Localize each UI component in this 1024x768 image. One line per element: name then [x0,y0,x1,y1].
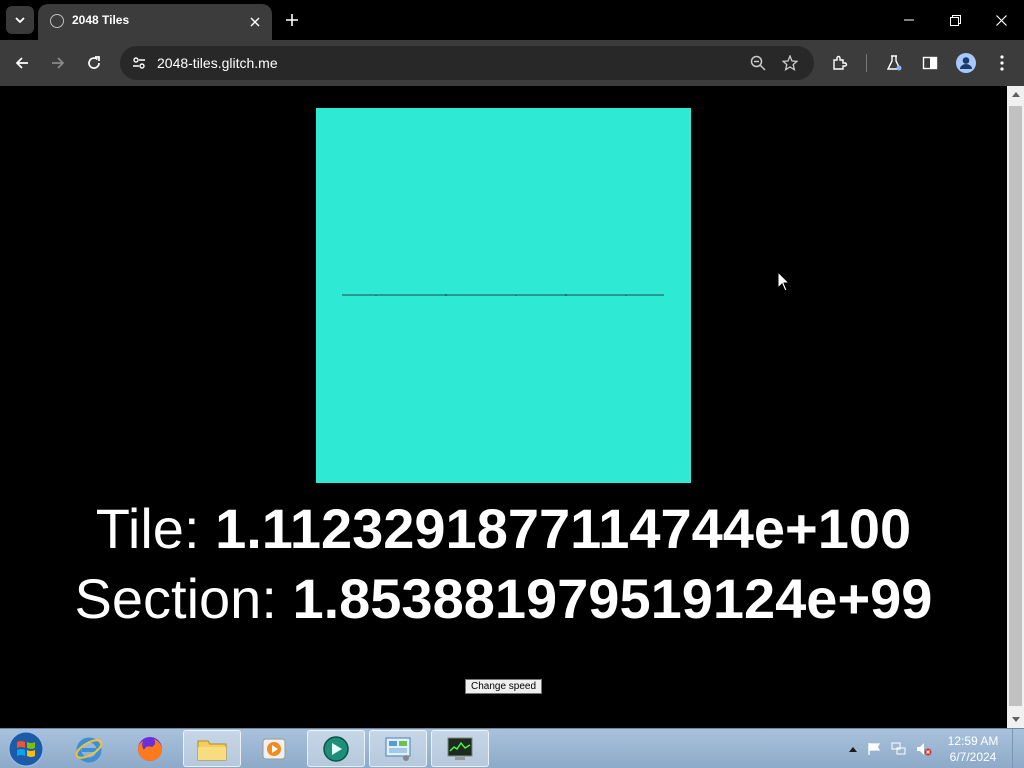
restore-button[interactable] [940,6,970,34]
scrollbar-thumb[interactable] [1009,106,1022,706]
toolbar-divider [866,54,867,72]
taskbar-app-task-manager[interactable] [431,730,489,767]
scroll-down-button[interactable] [1007,711,1024,728]
triangle-down-icon [1011,717,1020,722]
arrow-right-icon [52,57,65,69]
firefox-icon [138,736,162,761]
control-panel-icon [385,737,411,761]
windows-taskbar: 12:59 AM 6/7/2024 [0,728,1024,768]
scroll-up-button[interactable] [1007,86,1024,103]
arrow-left-icon [15,57,28,69]
side-panel-button[interactable] [917,50,943,76]
speaker-muted-icon [917,743,932,756]
taskbar-app-file-explorer[interactable] [183,730,241,767]
close-icon [995,14,1007,26]
tab-close-button[interactable] [245,12,265,32]
section-label: Section: [74,567,293,630]
mouse-cursor-icon [777,271,791,292]
flask-icon [886,55,902,71]
zoom-button[interactable] [746,51,770,75]
avatar-icon [956,53,976,73]
taskbar-app-internet-explorer[interactable] [60,730,118,767]
zoom-out-icon [750,55,766,71]
show-desktop-button[interactable] [1012,729,1024,768]
tab-search-button[interactable] [6,6,34,34]
internet-explorer-icon [75,737,103,762]
reload-button[interactable] [81,50,107,76]
bookmark-button[interactable] [778,51,802,75]
tile-line: Tile: 1.1123291877114744e+100 [0,497,1007,561]
address-bar[interactable]: 2048-tiles.glitch.me [120,46,814,80]
tab-2048-tiles[interactable]: 2048 Tiles [38,4,272,40]
plus-icon [286,14,298,26]
more-vertical-icon [1000,55,1004,71]
clock-date: 6/7/2024 [949,750,997,764]
labs-button[interactable] [881,50,907,76]
section-value: 1.853881979519124e+99 [292,567,933,630]
network-tray-icon[interactable] [891,741,907,757]
tile-strip [342,294,664,296]
page-viewport: Tile: 1.1123291877114744e+100 Section: 1… [0,86,1007,728]
vertical-scrollbar[interactable] [1007,86,1024,728]
extensions-button[interactable] [827,50,853,76]
site-info-button[interactable] [126,50,152,76]
show-hidden-icons-button[interactable] [845,741,861,757]
close-icon [250,17,260,27]
game-canvas[interactable] [316,108,691,483]
star-icon [782,55,798,71]
restore-icon [949,14,961,26]
forward-button[interactable] [45,50,71,76]
tile-label: Tile: [95,497,216,560]
taskbar-app-media-player[interactable] [245,730,303,767]
flag-icon [868,743,881,755]
reload-icon [88,56,100,69]
change-speed-button[interactable]: Change speed [465,679,543,694]
section-line: Section: 1.853881979519124e+99 [0,567,1007,631]
minimize-button[interactable] [894,6,924,34]
globe-icon [50,14,64,28]
taskbar-app-control-panel[interactable] [369,730,427,767]
new-tab-button[interactable] [280,8,304,32]
menu-button[interactable] [989,50,1015,76]
triangle-up-icon [1011,92,1020,97]
chevron-down-icon [15,17,25,24]
tab-title: 2048 Tiles [72,13,130,27]
clock-time: 12:59 AM [947,734,999,748]
network-icon [891,742,906,755]
tune-icon [133,57,145,69]
side-panel-icon [922,56,938,70]
app-icon [323,735,349,762]
volume-tray-icon[interactable] [916,741,932,757]
back-button[interactable] [9,50,35,76]
tile-value: 1.1123291877114744e+100 [215,497,912,560]
window-close-button[interactable] [986,6,1016,34]
start-button[interactable] [6,731,46,767]
url-text: 2048-tiles.glitch.me [157,55,278,71]
puzzle-icon [833,55,848,70]
task-manager-icon [447,737,473,760]
triangle-up-icon [849,746,857,752]
browser-toolbar: 2048-tiles.glitch.me [0,40,1024,86]
minimize-icon [904,19,914,21]
taskbar-app-chrome-app[interactable] [307,730,365,767]
browser-titlebar: 2048 Tiles [0,0,1024,40]
windows-logo-icon [8,731,44,767]
taskbar-app-firefox[interactable] [121,730,179,767]
profile-button[interactable] [953,50,979,76]
action-center-tray-icon[interactable] [866,741,882,757]
media-player-icon [262,738,286,759]
taskbar-clock[interactable]: 12:59 AM 6/7/2024 [940,733,1006,765]
folder-icon [197,740,227,760]
